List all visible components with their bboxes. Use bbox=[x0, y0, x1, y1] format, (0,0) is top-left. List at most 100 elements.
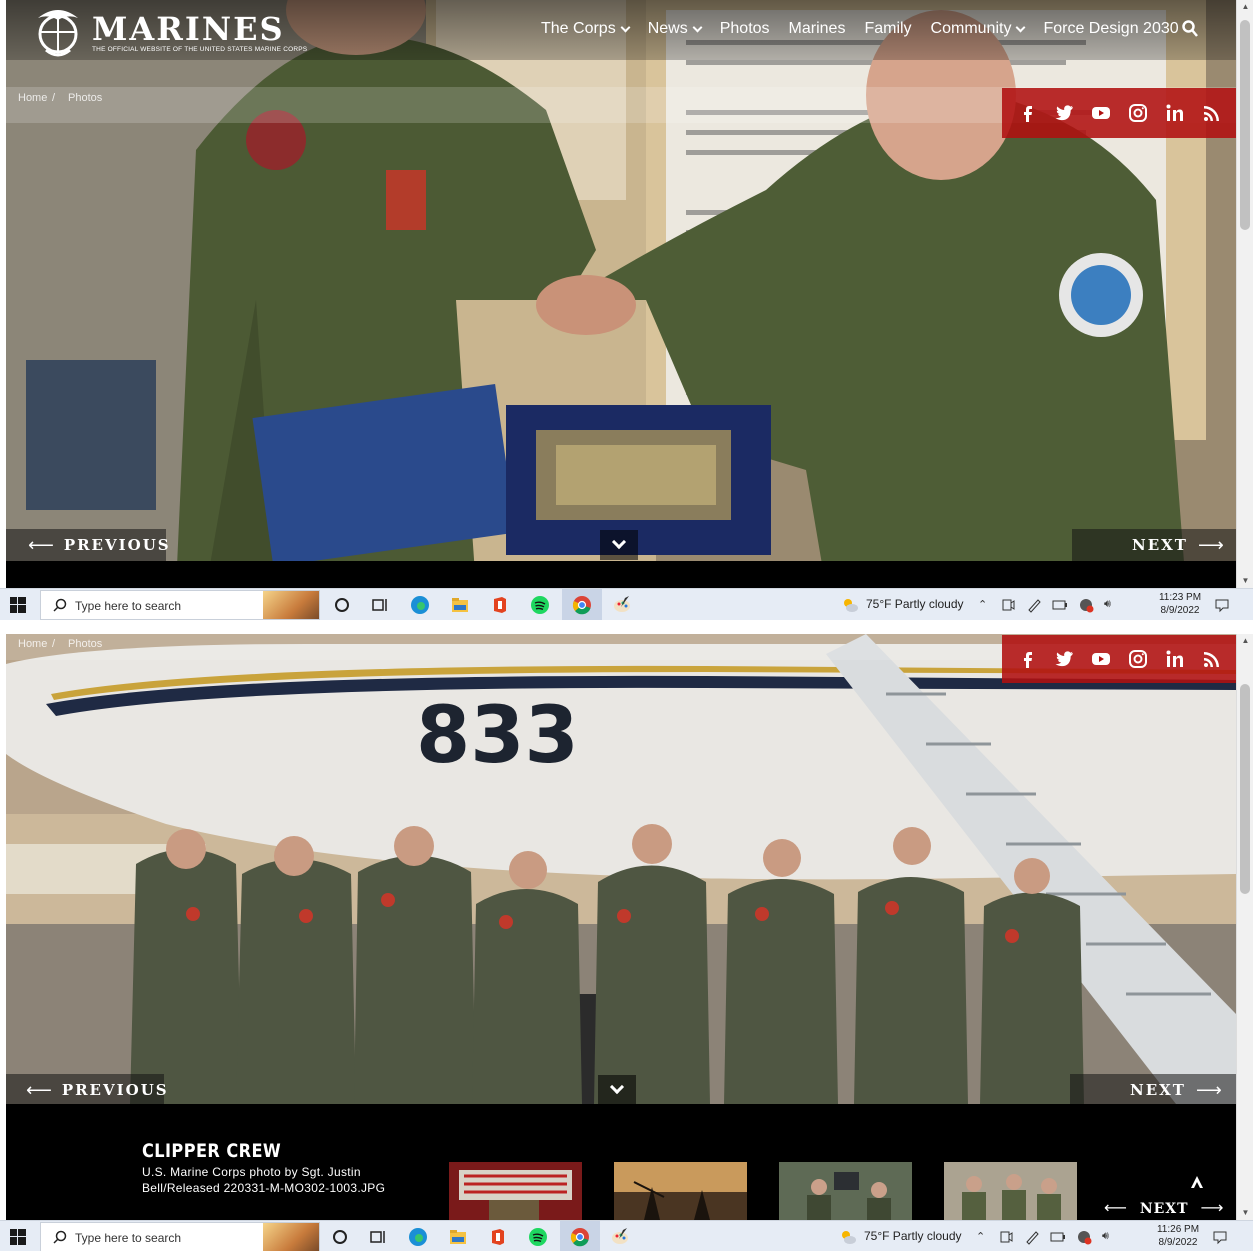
pen-workspace-icon[interactable] bbox=[1026, 597, 1042, 613]
related-photo-thumbnail[interactable] bbox=[614, 1162, 747, 1220]
social-links bbox=[1002, 88, 1236, 138]
battery-icon[interactable] bbox=[1050, 1229, 1066, 1245]
nav-family[interactable]: Family bbox=[864, 20, 911, 38]
scroll-down-icon[interactable]: ▼ bbox=[1237, 1206, 1253, 1220]
nav-marines[interactable]: Marines bbox=[789, 20, 846, 38]
windows-start-icon[interactable] bbox=[10, 1229, 26, 1245]
twitter-icon[interactable] bbox=[1052, 101, 1076, 125]
taskbar-search-box[interactable]: Type here to search bbox=[40, 590, 320, 620]
nav-the-corps[interactable]: The Corps bbox=[541, 20, 631, 38]
next-label: NEXT bbox=[1130, 1081, 1186, 1099]
file-explorer-icon[interactable] bbox=[450, 595, 470, 615]
page-scrollbar[interactable]: ▲ ▼ bbox=[1236, 0, 1253, 588]
breadcrumb-home[interactable]: Home bbox=[18, 92, 47, 104]
main-nav: The Corps News Photos Marines Family Com… bbox=[541, 20, 1198, 38]
next-button[interactable]: NEXT ⟶ bbox=[1072, 529, 1236, 561]
scroll-up-icon[interactable]: ▲ bbox=[1237, 634, 1253, 648]
office-icon[interactable] bbox=[490, 595, 510, 615]
next-button[interactable]: NEXT ⟶ bbox=[1070, 1074, 1236, 1106]
scroll-to-top-icon[interactable] bbox=[1190, 1174, 1204, 1190]
linkedin-icon[interactable] bbox=[1163, 647, 1187, 671]
notifications-icon[interactable] bbox=[1214, 597, 1230, 613]
expand-info-button[interactable] bbox=[600, 530, 638, 560]
nav-community[interactable]: Community bbox=[931, 20, 1026, 38]
cortana-icon[interactable] bbox=[332, 595, 352, 615]
meet-now-icon[interactable] bbox=[1000, 597, 1016, 613]
paint-icon[interactable] bbox=[610, 1227, 630, 1247]
youtube-icon[interactable] bbox=[1089, 647, 1113, 671]
chrome-icon[interactable] bbox=[572, 595, 592, 615]
file-explorer-icon[interactable] bbox=[448, 1227, 468, 1247]
battery-icon[interactable] bbox=[1052, 597, 1068, 613]
instagram-icon[interactable] bbox=[1126, 101, 1150, 125]
nav-label: The Corps bbox=[541, 20, 616, 37]
arrow-right-icon: ⟶ bbox=[1195, 1079, 1222, 1101]
facebook-icon[interactable] bbox=[1015, 647, 1039, 671]
chrome-icon[interactable] bbox=[570, 1227, 590, 1247]
clock[interactable]: 11:26 PM 8/9/2022 bbox=[1148, 1223, 1208, 1249]
edge-icon[interactable] bbox=[408, 1227, 428, 1247]
volume-icon[interactable]: 🔊︎ bbox=[1102, 1230, 1109, 1243]
search-icon[interactable] bbox=[1182, 20, 1198, 38]
scroll-up-icon[interactable]: ▲ bbox=[1237, 0, 1253, 14]
task-view-icon[interactable] bbox=[370, 595, 390, 615]
scrollbar-thumb[interactable] bbox=[1240, 684, 1250, 894]
clock[interactable]: 11:23 PM 8/9/2022 bbox=[1150, 591, 1210, 617]
windows-start-icon[interactable] bbox=[10, 597, 26, 613]
task-view-icon[interactable] bbox=[368, 1227, 388, 1247]
network-status-icon[interactable] bbox=[1078, 597, 1094, 613]
related-photo-thumbnail[interactable] bbox=[779, 1162, 912, 1220]
breadcrumb-home[interactable]: Home bbox=[18, 638, 47, 650]
facebook-icon[interactable] bbox=[1015, 101, 1039, 125]
arrow-right-icon: ⟶ bbox=[1197, 534, 1224, 556]
previous-button[interactable]: ⟵ PREVIOUS bbox=[6, 1074, 167, 1106]
scroll-down-icon[interactable]: ▼ bbox=[1237, 574, 1253, 588]
rss-icon[interactable] bbox=[1200, 101, 1224, 125]
nav-photos[interactable]: Photos bbox=[720, 20, 770, 38]
paint-icon[interactable] bbox=[612, 595, 632, 615]
windows-taskbar: Type here to search 75°F Partly cloudy ⌃… bbox=[0, 1220, 1253, 1251]
related-photo-thumbnail[interactable] bbox=[449, 1162, 582, 1220]
office-icon[interactable] bbox=[488, 1227, 508, 1247]
clock-date: 8/9/2022 bbox=[1158, 1237, 1198, 1248]
site-header: MARINES THE OFFICIAL WEBSITE OF THE UNIT… bbox=[6, 0, 1236, 60]
search-icon bbox=[53, 598, 67, 612]
twitter-icon[interactable] bbox=[1052, 647, 1076, 671]
weather-text[interactable]: 75°F Partly cloudy bbox=[864, 1229, 962, 1243]
rss-icon[interactable] bbox=[1200, 647, 1224, 671]
instagram-icon[interactable] bbox=[1126, 647, 1150, 671]
volume-icon[interactable]: 🔊︎ bbox=[1104, 598, 1111, 611]
scrollbar-thumb[interactable] bbox=[1240, 20, 1250, 230]
spotify-icon[interactable] bbox=[528, 1227, 548, 1247]
tray-chevron-icon[interactable]: ⌃ bbox=[978, 598, 987, 611]
chevron-down-icon bbox=[609, 1079, 625, 1095]
breadcrumb-photos[interactable]: Photos bbox=[68, 638, 102, 650]
tray-chevron-icon[interactable]: ⌃ bbox=[976, 1230, 985, 1243]
weather-text[interactable]: 75°F Partly cloudy bbox=[866, 597, 964, 611]
previous-button[interactable]: ⟵ PREVIOUS bbox=[6, 529, 169, 561]
network-status-icon[interactable] bbox=[1076, 1229, 1092, 1245]
collapse-info-button[interactable] bbox=[598, 1075, 636, 1105]
social-links bbox=[1002, 635, 1236, 683]
related-photo-thumbnail[interactable] bbox=[944, 1162, 1077, 1220]
notifications-icon[interactable] bbox=[1212, 1229, 1228, 1245]
next-photo-link[interactable]: ⟵ NEXT ⟶ bbox=[1104, 1198, 1224, 1217]
linkedin-icon[interactable] bbox=[1163, 101, 1187, 125]
chevron-down-icon bbox=[692, 22, 703, 32]
partly-cloudy-icon bbox=[842, 1231, 856, 1244]
search-highlight-image bbox=[263, 591, 319, 619]
youtube-icon[interactable] bbox=[1089, 101, 1113, 125]
meet-now-icon[interactable] bbox=[998, 1229, 1014, 1245]
pen-workspace-icon[interactable] bbox=[1024, 1229, 1040, 1245]
spotify-icon[interactable] bbox=[530, 595, 550, 615]
nav-news[interactable]: News bbox=[648, 20, 703, 38]
edge-icon[interactable] bbox=[410, 595, 430, 615]
marines-logo[interactable]: MARINES THE OFFICIAL WEBSITE OF THE UNIT… bbox=[28, 4, 328, 58]
page-scrollbar[interactable]: ▲ ▼ bbox=[1236, 634, 1253, 1220]
search-icon bbox=[53, 1230, 67, 1244]
breadcrumb-photos[interactable]: Photos bbox=[68, 92, 102, 104]
cortana-icon[interactable] bbox=[330, 1227, 350, 1247]
nav-force-design-2030[interactable]: Force Design 2030 bbox=[1043, 20, 1178, 38]
taskbar-search-box[interactable]: Type here to search bbox=[40, 1222, 320, 1251]
screenshot-1: MARINES THE OFFICIAL WEBSITE OF THE UNIT… bbox=[0, 0, 1253, 620]
